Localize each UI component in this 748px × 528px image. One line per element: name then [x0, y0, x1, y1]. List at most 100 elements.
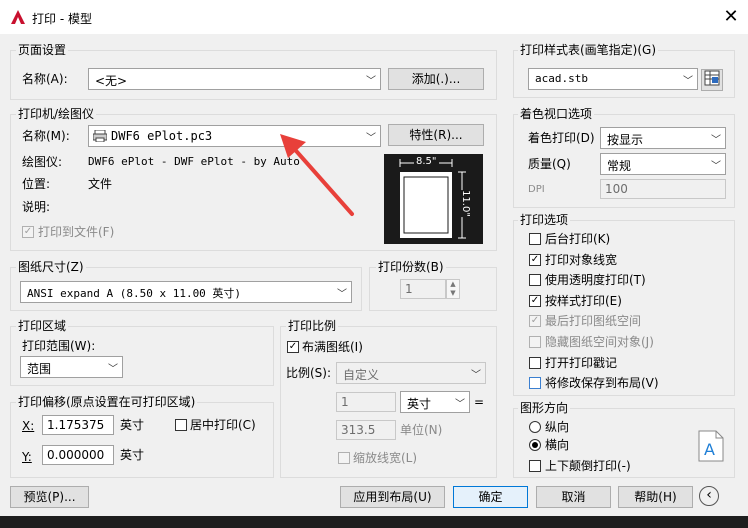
dpi-input[interactable]: 100	[600, 179, 726, 199]
print-to-file-checkbox[interactable]: ✓	[22, 226, 34, 238]
ok-button[interactable]: 确定	[453, 486, 528, 508]
chevron-down-icon: ﹀	[337, 289, 347, 300]
page-setup-name-combo[interactable]: <无> ﹀	[88, 68, 381, 90]
scale-value1-input[interactable]: 1	[336, 392, 396, 412]
plot-range-value: 范围	[27, 362, 52, 376]
printer-properties-button[interactable]: 特性(R)...	[388, 124, 484, 146]
printer-group-label: 打印机/绘图仪	[16, 107, 97, 121]
paper-size-combo[interactable]: ANSI expand A (8.50 x 11.00 英寸) ﹀	[20, 281, 352, 303]
chevron-down-icon: ﹀	[683, 76, 693, 87]
plot-option-label: 打印对象线宽	[545, 253, 618, 267]
landscape-radio[interactable]	[529, 439, 541, 451]
plot-option-checkbox[interactable]: ✓	[529, 315, 541, 327]
shaded-viewport-label: 着色视口选项	[518, 107, 595, 121]
plot-scale-label: 打印比例	[286, 319, 339, 333]
scale-value: 自定义	[343, 368, 380, 382]
portrait-radio[interactable]	[529, 421, 541, 433]
offset-y-input[interactable]: 0.000000	[42, 445, 114, 465]
preview-button[interactable]: 预览(P)...	[10, 486, 89, 508]
chevron-down-icon: ﹀	[455, 399, 465, 410]
page-setup-label: 页面设置	[16, 43, 69, 57]
copies-spinner[interactable]: ▲ ▼	[446, 279, 460, 299]
plot-option-label: 隐藏图纸空间对象(J)	[545, 335, 654, 349]
apply-to-layout-button[interactable]: 应用到布局(U)	[340, 486, 445, 508]
print-to-file-label: 打印到文件(F)	[38, 225, 115, 239]
table-edit-icon	[704, 70, 720, 89]
chevron-down-icon: ﹀	[366, 76, 376, 87]
edit-plot-style-button[interactable]	[701, 69, 723, 91]
preview-height-label: 11.0"	[459, 190, 471, 217]
landscape-label: 横向	[545, 438, 570, 452]
orientation-preview-icon: A	[698, 430, 724, 465]
center-plot-checkbox[interactable]	[175, 419, 187, 431]
paper-size-value: ANSI expand A (8.50 x 11.00 英寸)	[27, 287, 242, 300]
copies-input[interactable]: 1	[400, 279, 446, 299]
autocad-app-icon	[10, 9, 26, 25]
scale-lineweights-label: 缩放线宽(L)	[353, 451, 418, 465]
paper-size-label: 图纸尺寸(Z)	[16, 260, 86, 274]
plot-style-table-combo[interactable]: acad.stb ﹀	[528, 68, 698, 90]
dpi-label: DPI	[528, 184, 545, 195]
plot-option-checkbox[interactable]	[529, 336, 541, 348]
printer-icon	[92, 129, 108, 145]
scale-value2-input[interactable]: 313.5	[336, 420, 396, 440]
portrait-label: 纵向	[545, 420, 570, 434]
chevron-down-icon: ﹀	[366, 133, 376, 144]
close-button[interactable]: ✕	[720, 6, 742, 28]
plot-area-label: 打印区域	[16, 319, 69, 333]
plot-option-label: 按样式打印(E)	[545, 294, 622, 308]
upside-down-checkbox[interactable]	[529, 460, 541, 472]
annotation-arrow	[276, 132, 358, 218]
scale-combo[interactable]: 自定义 ﹀	[336, 362, 486, 384]
plotter-value: DWF6 ePlot - DWF ePlot - by Autodesk	[88, 155, 300, 168]
shade-plot-label: 着色打印(D)	[528, 131, 595, 145]
plot-options-label: 打印选项	[518, 213, 571, 227]
chevron-down-icon: ﹀	[711, 135, 721, 146]
chevron-down-icon: ﹀	[471, 370, 481, 381]
plot-option-label: 使用透明度打印(T)	[545, 273, 646, 287]
offset-y-unit: 英寸	[120, 448, 145, 462]
offset-x-unit: 英寸	[120, 418, 145, 432]
quality-label: 质量(Q)	[528, 157, 571, 171]
scale-lineweights-checkbox[interactable]	[338, 452, 350, 464]
cancel-button[interactable]: 取消	[536, 486, 611, 508]
add-page-setup-button[interactable]: 添加(.)...	[388, 68, 484, 90]
plot-option-checkbox[interactable]: ✓	[529, 295, 541, 307]
plot-style-table-value: acad.stb	[535, 72, 588, 85]
orientation-label: 图形方向	[518, 401, 571, 415]
plot-range-label: 打印范围(W):	[22, 339, 96, 353]
shade-plot-value: 按显示	[607, 133, 644, 147]
location-value: 文件	[88, 177, 113, 191]
shade-plot-combo[interactable]: 按显示 ﹀	[600, 127, 726, 149]
page-setup-name-value: <无>	[95, 74, 128, 88]
copies-label: 打印份数(B)	[376, 260, 446, 274]
fit-to-paper-checkbox[interactable]: ✓	[287, 341, 299, 353]
printer-name-value: DWF6 ePlot.pc3	[111, 129, 213, 143]
selected-dot	[532, 442, 538, 448]
plot-option-checkbox[interactable]	[529, 274, 541, 286]
plot-option-checkbox[interactable]	[529, 377, 541, 389]
scale-label: 比例(S):	[286, 366, 332, 380]
scale-unit-combo[interactable]: 英寸 ﹀	[400, 391, 470, 413]
plotter-label: 绘图仪:	[22, 155, 63, 169]
offset-x-label: X:	[22, 419, 35, 433]
collapse-options-button[interactable]: ‹	[699, 486, 719, 506]
plot-offset-group	[10, 402, 274, 478]
plot-option-label: 后台打印(K)	[545, 232, 611, 246]
plot-style-table-label: 打印样式表(画笔指定)(G)	[518, 43, 659, 57]
plot-range-combo[interactable]: 范围 ﹀	[20, 356, 123, 378]
background-strip	[0, 516, 748, 528]
plot-option-checkbox[interactable]	[529, 233, 541, 245]
svg-text:A: A	[704, 440, 715, 459]
plot-option-checkbox[interactable]: ✓	[529, 254, 541, 266]
preview-width-label: 8.5"	[414, 156, 439, 167]
plot-option-checkbox[interactable]	[529, 357, 541, 369]
center-plot-label: 居中打印(C)	[190, 418, 256, 432]
plot-option-label: 将修改保存到布局(V)	[545, 376, 659, 390]
offset-x-input[interactable]: 1.175375	[42, 415, 114, 435]
quality-combo[interactable]: 常规 ﹀	[600, 153, 726, 175]
fit-to-paper-label: 布满图纸(I)	[302, 340, 363, 354]
scale-equals: =	[474, 395, 485, 409]
help-button[interactable]: 帮助(H)	[618, 486, 693, 508]
plot-option-label: 打开打印戳记	[545, 356, 618, 370]
